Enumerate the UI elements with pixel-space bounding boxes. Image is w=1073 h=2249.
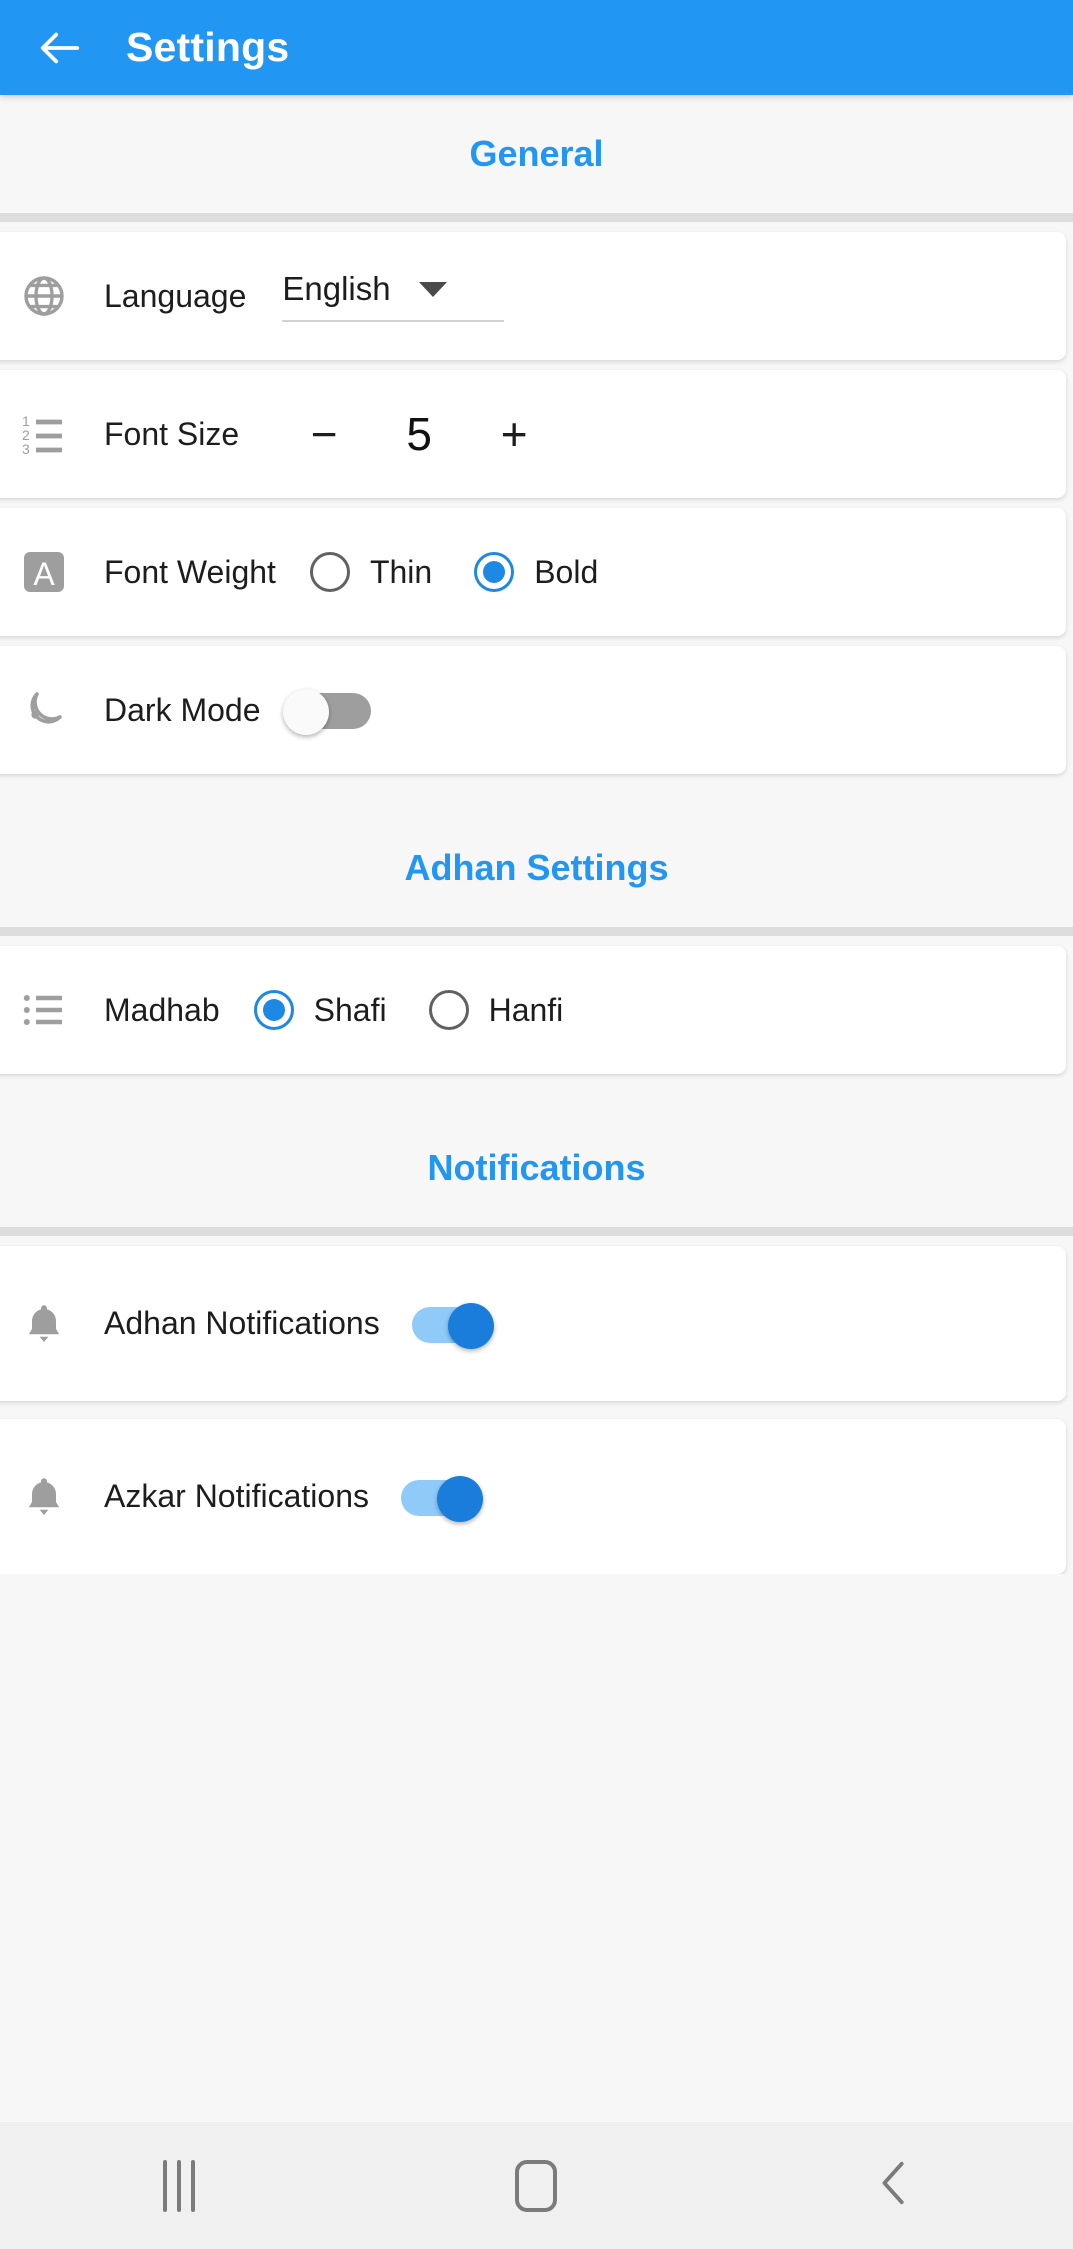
dark-mode-card-wrap: Dark Mode: [0, 636, 1073, 774]
font-size-card-wrap: 1 2 3 Font Size − 5 +: [0, 360, 1073, 498]
section-header-adhan: Adhan Settings: [0, 810, 1073, 936]
font-weight-card-wrap: A Font Weight Thin Bold: [0, 498, 1073, 636]
row-label-adhan-notifications: Adhan Notifications: [104, 1305, 380, 1341]
system-navigation-bar: [0, 2122, 1073, 2249]
globe-icon: [20, 272, 104, 320]
radio-option-bold[interactable]: Bold: [474, 552, 598, 592]
row-madhab: Madhab Shafi Hanfi: [0, 946, 1066, 1074]
row-label-font-weight: Font Weight: [104, 553, 276, 590]
content-bottom-spacer: [0, 1574, 1073, 1774]
radio-label-hanfi: Hanfi: [488, 991, 564, 1028]
bell-icon: [20, 1300, 104, 1348]
svg-text:3: 3: [22, 441, 30, 457]
font-size-value: 5: [406, 408, 432, 460]
recents-icon: [162, 2159, 195, 2212]
chevron-left-icon: [871, 2155, 917, 2216]
font-size-increment-button[interactable]: +: [469, 411, 559, 457]
radio-label-thin: Thin: [369, 553, 433, 590]
madhab-card-wrap: Madhab Shafi Hanfi: [0, 936, 1073, 1074]
moon-icon: [20, 686, 104, 734]
font-weight-radio-group: Thin Bold: [309, 552, 598, 592]
home-square-icon: [515, 2159, 558, 2212]
numbered-list-icon: 1 2 3: [20, 410, 104, 458]
system-back-button[interactable]: [824, 2141, 964, 2231]
toggle-knob: [436, 1475, 483, 1522]
toggle-knob: [282, 689, 329, 735]
caret-down-icon: [418, 281, 447, 297]
font-letter-a-icon: A: [20, 548, 104, 596]
adhan-notifications-toggle[interactable]: [406, 1302, 494, 1349]
row-label-dark-mode: Dark Mode: [104, 691, 261, 728]
bulleted-list-icon: [20, 986, 104, 1034]
azkar-notifications-card-wrap: Azkar Notifications: [0, 1401, 1073, 1574]
back-button[interactable]: [34, 22, 86, 74]
madhab-radio-group: Shafi Hanfi: [253, 990, 564, 1030]
bell-icon: [20, 1473, 104, 1521]
font-size-stepper: − 5 +: [279, 407, 559, 461]
app-bar: Settings: [0, 0, 1073, 95]
radio-label-bold: Bold: [534, 553, 599, 590]
radio-circle-bold: [474, 552, 515, 592]
radio-circle-thin: [309, 552, 350, 592]
row-azkar-notifications: Azkar Notifications: [0, 1419, 1066, 1574]
dropdown-underline: [282, 320, 505, 322]
row-label-language: Language: [104, 277, 247, 314]
row-label-font-size: Font Size: [104, 415, 240, 452]
radio-option-thin[interactable]: Thin: [309, 552, 433, 592]
radio-circle-shafi: [253, 990, 294, 1030]
row-font-weight: A Font Weight Thin Bold: [0, 508, 1066, 636]
language-card-wrap: Language English: [0, 222, 1073, 360]
font-size-decrement-button[interactable]: −: [279, 411, 369, 457]
row-language[interactable]: Language English: [0, 232, 1066, 360]
row-font-size: 1 2 3 Font Size − 5 +: [0, 370, 1066, 498]
language-value: English: [282, 270, 391, 307]
settings-screen: Settings General Language English 1 2 3 …: [0, 0, 1073, 2249]
recents-button[interactable]: [109, 2141, 249, 2231]
radio-option-hanfi[interactable]: Hanfi: [428, 990, 564, 1030]
page-title: Settings: [126, 24, 290, 70]
azkar-notifications-toggle[interactable]: [395, 1475, 483, 1522]
row-adhan-notifications: Adhan Notifications: [0, 1246, 1066, 1401]
arrow-left-icon: [37, 25, 83, 71]
adhan-notifications-card-wrap: Adhan Notifications: [0, 1236, 1073, 1401]
row-label-azkar-notifications: Azkar Notifications: [104, 1478, 369, 1514]
svg-text:A: A: [33, 556, 55, 592]
home-button[interactable]: [466, 2141, 606, 2231]
language-dropdown[interactable]: English: [282, 270, 505, 322]
radio-circle-hanfi: [428, 990, 469, 1030]
row-dark-mode: Dark Mode: [0, 646, 1066, 774]
radio-option-shafi[interactable]: Shafi: [253, 990, 387, 1030]
section-header-notifications: Notifications: [0, 1110, 1073, 1236]
row-label-madhab: Madhab: [104, 991, 220, 1028]
dark-mode-toggle[interactable]: [282, 689, 371, 735]
radio-label-shafi: Shafi: [313, 991, 387, 1028]
toggle-knob: [447, 1302, 494, 1349]
section-header-general: General: [0, 95, 1073, 222]
